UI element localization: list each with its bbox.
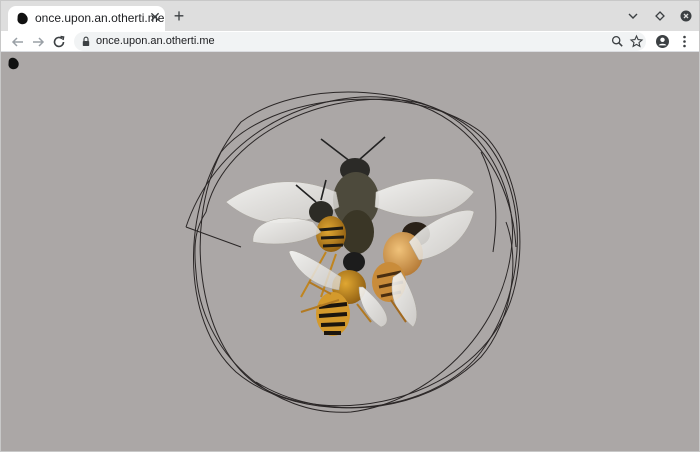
tab-strip: once.upon.an.otherti.me ✕ + [1, 1, 699, 31]
tab-title: once.upon.an.otherti.me [35, 11, 165, 25]
page-content [1, 52, 699, 451]
address-bar[interactable]: once.upon.an.otherti.me [74, 32, 646, 51]
profile-avatar-icon[interactable] [654, 33, 671, 50]
lock-icon[interactable] [82, 36, 90, 47]
zoom-magnifier-icon[interactable] [610, 34, 625, 49]
tab-search-chevron-icon[interactable] [625, 8, 641, 24]
bee-circle-illustration [185, 91, 521, 413]
tab-close-icon[interactable]: ✕ [148, 9, 162, 25]
minimize-diamond-icon[interactable] [652, 8, 668, 24]
reload-icon[interactable] [50, 33, 68, 51]
bee-image [372, 210, 475, 328]
bookmark-star-icon[interactable] [629, 34, 644, 49]
blob-icon[interactable] [7, 57, 20, 70]
back-arrow-icon[interactable] [9, 33, 27, 51]
blob-icon [17, 12, 28, 25]
close-window-icon[interactable] [678, 8, 694, 24]
active-tab[interactable]: once.upon.an.otherti.me ✕ [8, 6, 165, 31]
forward-arrow-icon[interactable] [29, 33, 47, 51]
browser-toolbar: once.upon.an.otherti.me [1, 31, 699, 52]
url-text[interactable]: once.upon.an.otherti.me [96, 35, 215, 47]
browser-window: once.upon.an.otherti.me ✕ + once.upon.an… [0, 0, 700, 452]
menu-kebab-icon[interactable] [676, 33, 693, 50]
new-tab-button[interactable]: + [171, 7, 187, 25]
